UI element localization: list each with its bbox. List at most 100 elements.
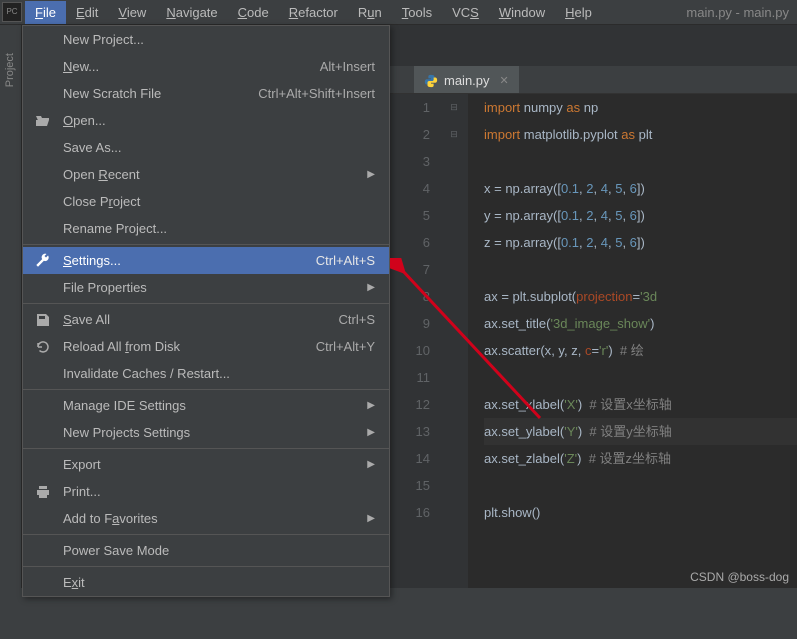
code-line[interactable]: import numpy as np (484, 94, 797, 121)
menubar-item-vcs[interactable]: VCS (442, 1, 489, 24)
code-editor[interactable]: import numpy as npimport matplotlib.pypl… (468, 94, 797, 588)
code-line[interactable] (484, 148, 797, 175)
menu-item-invalidate-caches-restart[interactable]: Invalidate Caches / Restart... (23, 360, 389, 387)
menu-item-label: Reload All from Disk (63, 339, 180, 354)
code-line[interactable]: ax.set_title('3d_image_show') (484, 310, 797, 337)
chevron-right-icon: ▶ (367, 513, 375, 524)
menu-item-label: New... (63, 59, 99, 74)
close-icon[interactable]: ✕ (500, 74, 509, 87)
line-number: 1 (390, 94, 430, 121)
menu-item-label: Open Recent (63, 167, 140, 182)
code-line[interactable]: y = np.array([0.1, 2, 4, 5, 6]) (484, 202, 797, 229)
menu-separator (23, 389, 389, 390)
fold-minus-icon[interactable]: ⊟ (448, 102, 460, 113)
menubar-item-code[interactable]: Code (228, 1, 279, 24)
menubar-item-file[interactable]: File (25, 1, 66, 24)
menu-item-shortcut: Ctrl+Alt+Y (316, 339, 375, 354)
ide-logo-icon: PC (2, 2, 22, 22)
menu-item-new-project[interactable]: New Project... (23, 26, 389, 53)
fold-minus-icon[interactable]: ⊟ (448, 129, 460, 140)
menu-separator (23, 534, 389, 535)
menu-item-shortcut: Ctrl+Alt+S (316, 253, 375, 268)
menu-item-label: Export (63, 457, 101, 472)
code-line[interactable]: x = np.array([0.1, 2, 4, 5, 6]) (484, 175, 797, 202)
menu-item-label: Save As... (63, 140, 122, 155)
menubar-item-tools[interactable]: Tools (392, 1, 442, 24)
menu-separator (23, 448, 389, 449)
line-number: 4 (390, 175, 430, 202)
menu-item-exit[interactable]: Exit (23, 569, 389, 596)
menu-item-label: Settings... (63, 253, 121, 268)
project-tool-label[interactable]: Project (4, 53, 16, 87)
editor-tab-row: main.py ✕ (390, 66, 797, 94)
code-line[interactable]: ax.set_zlabel('Z') # 设置z坐标轴 (484, 445, 797, 472)
code-line[interactable]: z = np.array([0.1, 2, 4, 5, 6]) (484, 229, 797, 256)
line-number: 6 (390, 229, 430, 256)
menu-item-label: Add to Favorites (63, 511, 158, 526)
menu-item-manage-ide-settings[interactable]: Manage IDE Settings▶ (23, 392, 389, 419)
line-number: 14 (390, 445, 430, 472)
menu-item-file-properties[interactable]: File Properties ▶ (23, 274, 389, 301)
python-file-icon (424, 74, 438, 88)
code-line[interactable] (484, 364, 797, 391)
line-number: 3 (390, 148, 430, 175)
code-line[interactable]: ax.set_ylabel('Y') # 设置y坐标轴 (484, 418, 797, 445)
menu-item-rename-project[interactable]: Rename Project... (23, 215, 389, 242)
menubar: FileEditViewNavigateCodeRefactorRunTools… (0, 0, 797, 25)
menu-item-shortcut: Alt+Insert (320, 59, 375, 74)
menu-item-save-all[interactable]: Save AllCtrl+S (23, 306, 389, 333)
menu-item-label: Rename Project... (63, 221, 167, 236)
menubar-item-help[interactable]: Help (555, 1, 602, 24)
code-line[interactable]: ax.set_xlabel('X') # 设置x坐标轴 (484, 391, 797, 418)
menubar-item-edit[interactable]: Edit (66, 1, 108, 24)
menu-item-shortcut: Ctrl+Alt+Shift+Insert (258, 86, 375, 101)
menu-separator (23, 303, 389, 304)
tab-label: main.py (444, 73, 490, 88)
code-line[interactable]: plt.show() (484, 499, 797, 526)
menu-item-new[interactable]: New... Alt+Insert (23, 53, 389, 80)
menubar-item-refactor[interactable]: Refactor (279, 1, 348, 24)
line-number: 12 (390, 391, 430, 418)
code-line[interactable]: ax = plt.subplot(projection='3d (484, 283, 797, 310)
menu-item-save-as[interactable]: Save As... (23, 134, 389, 161)
menu-item-add-to-favorites[interactable]: Add to Favorites ▶ (23, 505, 389, 532)
code-line[interactable] (484, 472, 797, 499)
line-number: 2 (390, 121, 430, 148)
menu-item-export[interactable]: Export ▶ (23, 451, 389, 478)
menu-item-power-save-mode[interactable]: Power Save Mode (23, 537, 389, 564)
chevron-right-icon: ▶ (367, 282, 375, 293)
menu-item-print[interactable]: Print... (23, 478, 389, 505)
menu-item-label: New Project... (63, 32, 144, 47)
code-line[interactable]: import matplotlib.pyplot as plt (484, 121, 797, 148)
code-line[interactable] (484, 256, 797, 283)
menu-item-open-recent[interactable]: Open Recent▶ (23, 161, 389, 188)
editor-tab[interactable]: main.py ✕ (414, 66, 519, 93)
print-icon (35, 484, 51, 500)
menu-item-label: Power Save Mode (63, 543, 169, 558)
menubar-item-run[interactable]: Run (348, 1, 392, 24)
menu-item-open[interactable]: Open... (23, 107, 389, 134)
menu-item-close-project[interactable]: Close Project (23, 188, 389, 215)
line-number: 13 (390, 418, 430, 445)
fold-strip (448, 94, 468, 588)
menubar-item-view[interactable]: View (108, 1, 156, 24)
line-number: 10 (390, 337, 430, 364)
menu-item-new-scratch-file[interactable]: New Scratch FileCtrl+Alt+Shift+Insert (23, 80, 389, 107)
chevron-right-icon: ▶ (367, 459, 375, 470)
tool-window-strip[interactable]: Project (0, 25, 22, 588)
menubar-item-window[interactable]: Window (489, 1, 555, 24)
line-number: 9 (390, 310, 430, 337)
menu-item-label: File Properties (63, 280, 147, 295)
menu-separator (23, 244, 389, 245)
menu-item-reload-all-from-disk[interactable]: Reload All from Disk Ctrl+Alt+Y (23, 333, 389, 360)
menu-item-settings[interactable]: Settings... Ctrl+Alt+S (23, 247, 389, 274)
editor-shim (390, 25, 797, 66)
line-number: 16 (390, 499, 430, 526)
menu-item-new-projects-settings[interactable]: New Projects Settings▶ (23, 419, 389, 446)
menubar-item-navigate[interactable]: Navigate (156, 1, 227, 24)
wrench-icon (35, 253, 51, 269)
menu-item-shortcut: Ctrl+S (339, 312, 375, 327)
menu-item-label: Open... (63, 113, 106, 128)
code-line[interactable]: ax.scatter(x, y, z, c='r') # 绘 (484, 337, 797, 364)
menu-item-label: Close Project (63, 194, 140, 209)
